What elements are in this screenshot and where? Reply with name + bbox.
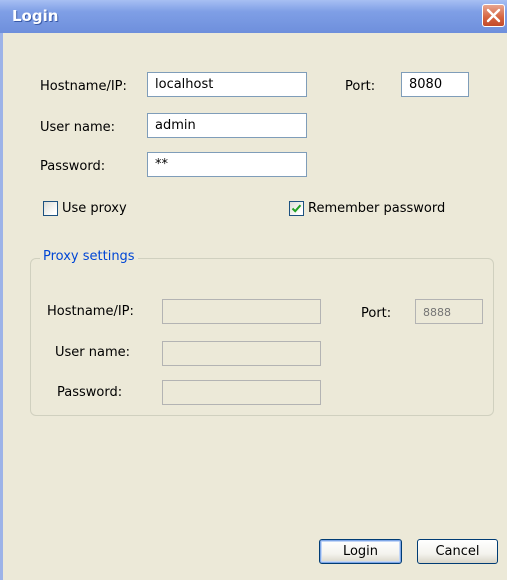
hostname-input[interactable] — [147, 72, 307, 97]
use-proxy-label[interactable]: Use proxy — [62, 201, 127, 216]
username-label: User name: — [40, 120, 116, 135]
username-input[interactable] — [147, 113, 307, 138]
close-x-icon — [486, 8, 501, 23]
login-dialog: Login Hostname/IP: Port: User name: Pass… — [0, 0, 507, 580]
login-button[interactable]: Login — [319, 539, 402, 564]
hostname-label: Hostname/IP: — [40, 79, 127, 94]
use-proxy-checkbox[interactable] — [43, 201, 58, 216]
proxy-password-input[interactable] — [162, 380, 321, 405]
window-title: Login — [12, 7, 59, 25]
port-label: Port: — [345, 79, 376, 94]
port-input[interactable] — [401, 72, 469, 97]
close-button[interactable] — [482, 4, 505, 27]
remember-password-label[interactable]: Remember password — [308, 201, 445, 216]
proxy-username-label: User name: — [55, 345, 131, 360]
title-bar[interactable]: Login — [0, 0, 507, 34]
password-input[interactable] — [147, 152, 307, 177]
proxy-password-label: Password: — [57, 385, 123, 400]
cancel-button[interactable]: Cancel — [417, 539, 498, 564]
proxy-username-input[interactable] — [162, 341, 321, 366]
password-label: Password: — [40, 159, 106, 174]
remember-password-checkbox[interactable] — [289, 201, 304, 216]
proxy-port-label: Port: — [361, 306, 392, 321]
proxy-settings-title: Proxy settings — [40, 249, 138, 264]
proxy-hostname-input[interactable] — [162, 299, 321, 324]
checkmark-icon — [291, 204, 302, 213]
proxy-port-input[interactable] — [415, 299, 483, 324]
proxy-hostname-label: Hostname/IP: — [47, 304, 134, 319]
